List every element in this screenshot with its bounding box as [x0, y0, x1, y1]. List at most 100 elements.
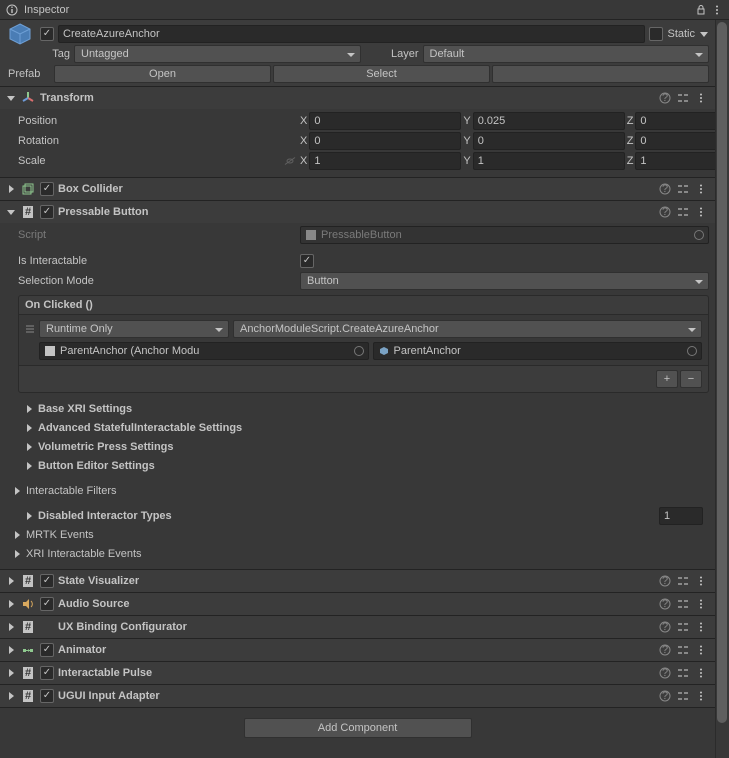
help-icon[interactable]: ?: [657, 90, 673, 106]
scale-x-field[interactable]: [309, 152, 461, 170]
preset-icon[interactable]: [675, 665, 691, 681]
kebab-icon[interactable]: [693, 642, 709, 658]
prefab-overrides-button[interactable]: [492, 65, 709, 83]
is-interactable-checkbox[interactable]: [300, 254, 314, 268]
audio-source-header[interactable]: Audio Source ?: [0, 593, 715, 615]
kebab-icon[interactable]: [709, 2, 725, 18]
script-icon: #: [20, 619, 36, 635]
event-arg-field[interactable]: ParentAnchor: [373, 342, 703, 360]
active-checkbox[interactable]: [40, 27, 54, 41]
kebab-icon[interactable]: [693, 181, 709, 197]
foldout-icon: [6, 622, 16, 632]
script-ref-icon: [44, 345, 56, 357]
position-y-field[interactable]: [473, 112, 625, 130]
remove-event-button[interactable]: −: [680, 370, 702, 388]
static-label: Static: [667, 28, 695, 40]
selection-mode-dropdown[interactable]: Button: [300, 272, 709, 290]
enable-checkbox[interactable]: [40, 205, 54, 219]
add-component-button[interactable]: Add Component: [244, 718, 472, 738]
enable-checkbox[interactable]: [40, 597, 54, 611]
preset-icon[interactable]: [675, 90, 691, 106]
object-picker-icon[interactable]: [687, 346, 697, 356]
preset-icon[interactable]: [675, 688, 691, 704]
help-icon[interactable]: ?: [657, 642, 673, 658]
help-icon[interactable]: ?: [657, 573, 673, 589]
pressable-button-header[interactable]: # Pressable Button ?: [0, 201, 715, 223]
foldout-icon: [6, 207, 16, 217]
interactable-filters-foldout[interactable]: Interactable Filters: [6, 481, 709, 500]
lock-icon[interactable]: [693, 2, 709, 18]
advanced-settings-foldout[interactable]: Advanced StatefulInteractable Settings: [18, 418, 709, 437]
preset-icon[interactable]: [675, 642, 691, 658]
kebab-icon[interactable]: [693, 90, 709, 106]
mrtk-events-foldout[interactable]: MRTK Events: [6, 525, 709, 544]
volumetric-foldout[interactable]: Volumetric Press Settings: [18, 437, 709, 456]
xri-events-foldout[interactable]: XRI Interactable Events: [6, 544, 709, 563]
help-icon[interactable]: ?: [657, 596, 673, 612]
name-field[interactable]: [58, 25, 645, 43]
static-checkbox[interactable]: [649, 27, 663, 41]
preset-icon[interactable]: [675, 619, 691, 635]
prefab-select-button[interactable]: Select: [273, 65, 490, 83]
box-collider-header[interactable]: Box Collider ?: [0, 178, 715, 200]
help-icon[interactable]: ?: [657, 688, 673, 704]
static-dropdown-icon[interactable]: [699, 26, 709, 42]
preset-icon[interactable]: [675, 596, 691, 612]
animator-header[interactable]: Animator ?: [0, 639, 715, 661]
scrollbar[interactable]: [715, 20, 729, 758]
enable-checkbox[interactable]: [40, 643, 54, 657]
scroll-area: Static Tag Untagged Layer Default Prefab…: [0, 20, 729, 758]
disabled-types-foldout[interactable]: Disabled Interactor Types: [18, 506, 709, 525]
kebab-icon[interactable]: [693, 688, 709, 704]
enable-checkbox[interactable]: [40, 666, 54, 680]
svg-text:#: #: [25, 206, 31, 218]
box-collider-component: Box Collider ?: [0, 178, 715, 201]
tag-dropdown[interactable]: Untagged: [74, 45, 361, 63]
kebab-icon[interactable]: [693, 204, 709, 220]
rotation-y-field[interactable]: [473, 132, 625, 150]
ugui-input-header[interactable]: # UGUI Input Adapter ?: [0, 685, 715, 707]
interactable-pulse-header[interactable]: # Interactable Pulse ?: [0, 662, 715, 684]
kebab-icon[interactable]: [693, 573, 709, 589]
enable-checkbox[interactable]: [40, 574, 54, 588]
constrain-icon[interactable]: [282, 153, 298, 169]
preset-icon[interactable]: [675, 181, 691, 197]
scrollbar-thumb[interactable]: [717, 22, 727, 723]
disabled-types-count-field[interactable]: [659, 507, 703, 525]
state-visualizer-header[interactable]: # State Visualizer ?: [0, 570, 715, 592]
help-icon[interactable]: ?: [657, 665, 673, 681]
preset-icon[interactable]: [675, 204, 691, 220]
kebab-icon[interactable]: [693, 619, 709, 635]
preset-icon[interactable]: [675, 573, 691, 589]
base-xri-foldout[interactable]: Base XRI Settings: [18, 399, 709, 418]
rotation-label: Rotation: [18, 135, 298, 147]
help-icon[interactable]: ?: [657, 181, 673, 197]
runtime-mode-dropdown[interactable]: Runtime Only: [39, 320, 229, 338]
kebab-icon[interactable]: [693, 665, 709, 681]
ux-binding-header[interactable]: # UX Binding Configurator ?: [0, 616, 715, 638]
enable-checkbox[interactable]: [40, 182, 54, 196]
enable-checkbox[interactable]: [40, 689, 54, 703]
transform-header[interactable]: Transform ?: [0, 87, 715, 109]
function-dropdown[interactable]: AnchorModuleScript.CreateAzureAnchor: [233, 320, 702, 338]
foldout-icon: [24, 423, 34, 433]
help-icon[interactable]: ?: [657, 204, 673, 220]
rotation-x-field[interactable]: [309, 132, 461, 150]
kebab-icon[interactable]: [693, 596, 709, 612]
svg-text:?: ?: [662, 621, 668, 633]
transform-icon: [20, 90, 36, 106]
help-icon[interactable]: ?: [657, 619, 673, 635]
event-target-field[interactable]: ParentAnchor (Anchor Modu: [39, 342, 369, 360]
foldout-icon: [6, 576, 16, 586]
info-icon: [4, 2, 20, 18]
foldout-icon: [6, 184, 16, 194]
button-editor-foldout[interactable]: Button Editor Settings: [18, 456, 709, 475]
prefab-open-button[interactable]: Open: [54, 65, 271, 83]
object-picker-icon[interactable]: [354, 346, 364, 356]
add-event-button[interactable]: +: [656, 370, 678, 388]
position-x-field[interactable]: [309, 112, 461, 130]
reorder-icon[interactable]: [25, 321, 35, 337]
animator-icon: [20, 642, 36, 658]
scale-y-field[interactable]: [473, 152, 625, 170]
layer-dropdown[interactable]: Default: [423, 45, 710, 63]
